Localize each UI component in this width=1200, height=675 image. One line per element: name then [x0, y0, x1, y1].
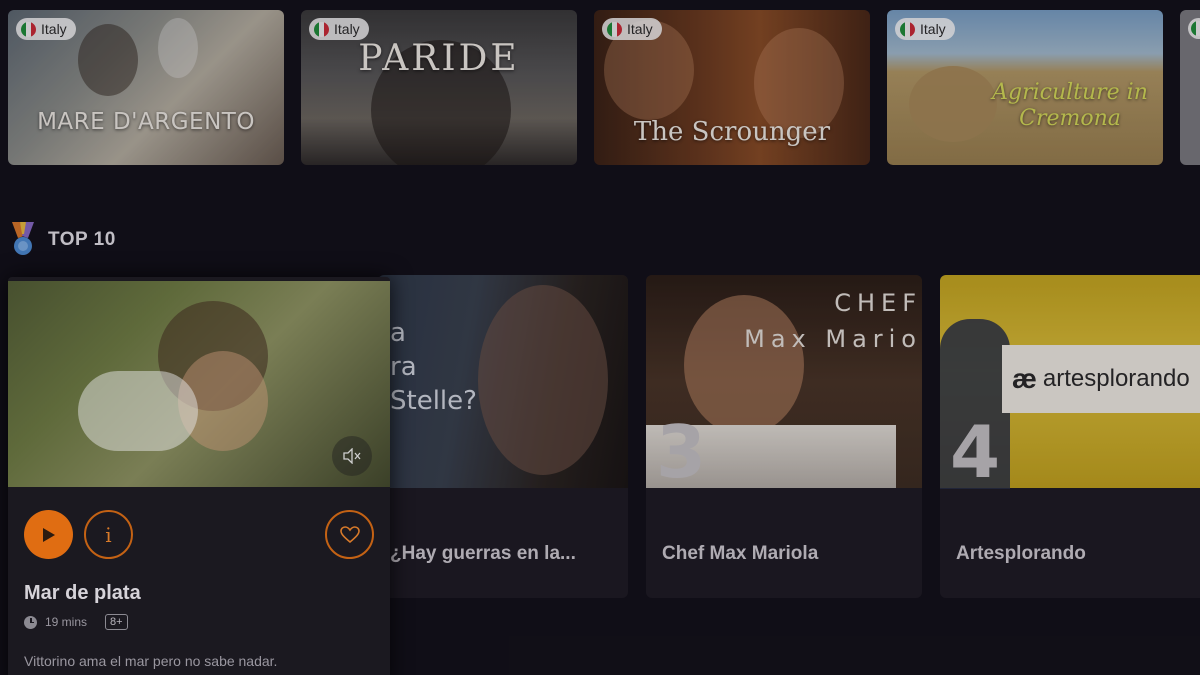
card-title: PARIDE [358, 38, 520, 79]
country-label: Italy [920, 21, 946, 37]
preview-artwork-shirt [78, 371, 198, 451]
country-badge: Italy [309, 18, 369, 40]
expanded-description: Vittorino ama el mar pero no sabe nadar. [24, 653, 278, 669]
country-label: Italy [41, 21, 67, 37]
card-title: Agriculture in Cremona [992, 80, 1148, 132]
card-overlay-text: a ra Stelle? [390, 318, 477, 416]
clock-icon [24, 615, 37, 629]
section-title: TOP 10 [48, 229, 116, 250]
italy-flag-icon [314, 21, 329, 37]
card-name: ¿Hay guerras en la... [390, 543, 576, 564]
top10-header: TOP 10 [8, 222, 116, 258]
expanded-title: Mar de plata [24, 582, 141, 604]
meta-row: 19 mins 8+ [24, 614, 128, 630]
card-name: Chef Max Mariola [662, 543, 819, 564]
country-card-partial[interactable] [1180, 10, 1200, 165]
country-badge [1188, 18, 1200, 39]
card-thumbnail: CHEF Max Mario 3 [646, 275, 922, 488]
favorite-button[interactable] [325, 510, 374, 559]
logo-text: artesplorando [1042, 365, 1190, 392]
top10-card-4[interactable]: æ artesplorando 4 Artesplorando [940, 275, 1200, 598]
card-artwork [78, 24, 138, 96]
rank-number: 3 [656, 410, 707, 494]
medal-icon [12, 222, 34, 255]
video-preview[interactable] [8, 281, 390, 487]
country-label: Italy [627, 21, 653, 37]
card-thumbnail: a ra Stelle? [378, 275, 628, 488]
info-icon: i [105, 522, 112, 547]
country-card-mare-dargento[interactable]: Italy MARE D'ARGENTO [8, 10, 284, 165]
logo-mark: æ [1012, 363, 1037, 394]
country-card-agriculture-in-cremona[interactable]: Italy Agriculture in Cremona [887, 10, 1163, 165]
rank-number: 4 [950, 410, 1001, 494]
card-artwork-detail [158, 18, 198, 78]
top10-card-3[interactable]: CHEF Max Mario 3 Chef Max Mariola [646, 275, 922, 598]
card-title: The Scrounger [633, 117, 831, 147]
country-badge: Italy [895, 18, 955, 40]
card-artwork [478, 285, 608, 475]
country-badge: Italy [602, 18, 662, 40]
country-card-paride[interactable]: Italy PARIDE [301, 10, 577, 165]
card-thumbnail: æ artesplorando 4 [940, 275, 1200, 494]
mute-icon [343, 448, 361, 464]
italy-flag-icon [21, 21, 36, 37]
country-label: Italy [334, 21, 360, 37]
age-rating-badge: 8+ [105, 614, 128, 630]
card-title: MARE D'ARGENTO [37, 109, 255, 135]
info-button[interactable]: i [84, 510, 133, 559]
italy-flag-icon [607, 21, 622, 37]
page: Italy MARE D'ARGENTO Italy PARIDE Italy … [0, 0, 1200, 675]
duration: 19 mins [45, 615, 88, 629]
italy-flag-icon [900, 21, 915, 37]
mute-button[interactable] [332, 436, 372, 476]
top10-card-2[interactable]: a ra Stelle? ¿Hay guerras en la... [378, 275, 628, 598]
card-overlay-text: CHEF Max Mario [744, 289, 922, 353]
country-carousel: Italy MARE D'ARGENTO Italy PARIDE Italy … [8, 10, 1200, 165]
italy-flag-icon [1191, 21, 1200, 36]
country-badge: Italy [16, 18, 76, 40]
card-name: Artesplorando [956, 543, 1086, 564]
heart-icon [339, 525, 360, 543]
expanded-card-mar-de-plata[interactable]: i Mar de plata 19 mins 8+ Vittorino ama … [8, 277, 390, 675]
artesplorando-logo: æ artesplorando [1002, 345, 1200, 413]
hay-bale-artwork [909, 66, 997, 142]
play-button[interactable] [24, 510, 73, 559]
country-card-the-scrounger[interactable]: Italy The Scrounger [594, 10, 870, 165]
play-icon [42, 527, 55, 542]
